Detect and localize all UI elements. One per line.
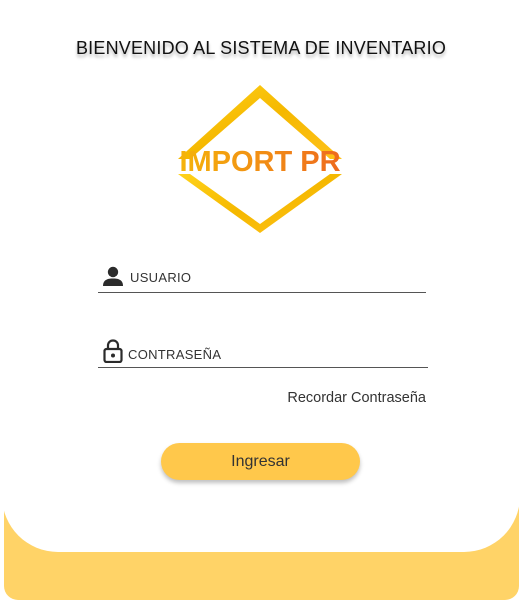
forgot-password-link[interactable]: Recordar Contraseña — [287, 390, 426, 406]
company-logo: IMPORT PR — [178, 85, 342, 233]
page-title: BIENVENIDO AL SISTEMA DE INVENTARIO — [75, 38, 447, 58]
password-input[interactable] — [128, 345, 408, 363]
username-field — [98, 262, 426, 293]
username-input[interactable] — [130, 268, 410, 286]
logo-text: IMPORT PR — [179, 146, 340, 178]
lock-icon — [103, 339, 123, 363]
password-field — [98, 337, 428, 368]
user-icon — [103, 266, 123, 286]
login-screen: BIENVENIDO AL SISTEMA DE INVENTARIO IMPO… — [0, 0, 522, 606]
login-button[interactable]: Ingresar — [161, 443, 360, 480]
